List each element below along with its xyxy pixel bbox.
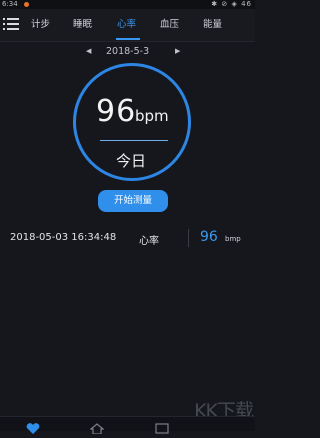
tab-sleep[interactable]: 睡眠 — [73, 19, 92, 31]
record-divider — [188, 229, 189, 247]
bottom-navigation — [0, 416, 255, 435]
current-date: 2018-5-3 — [106, 46, 150, 57]
home-icon[interactable] — [89, 419, 105, 438]
heart-icon[interactable] — [26, 419, 40, 438]
tab-steps[interactable]: 计步 — [31, 19, 50, 31]
record-unit: bmp — [225, 235, 241, 243]
heart-rate-value: 96 — [96, 94, 137, 129]
date-navigator: ◀ 2018-5-3 ▶ — [0, 43, 255, 61]
tab-energy[interactable]: 能量 — [203, 19, 222, 31]
active-tab-indicator — [116, 38, 140, 40]
record-value: 96 — [200, 229, 218, 245]
ring-divider — [100, 140, 168, 141]
tab-heart-rate[interactable]: 心率 — [117, 19, 136, 31]
record-type: 心率 — [139, 236, 159, 247]
measurement-record-row[interactable]: 2018-05-03 16:34:48 心率 96 bmp — [0, 228, 255, 248]
status-bar: 6:34 ✱ ⊘ ◈ 46 — [0, 0, 255, 9]
status-time: 6:34 — [2, 0, 18, 8]
today-label: 今日 — [116, 152, 147, 170]
status-indicators: ✱ ⊘ ◈ 46 — [211, 0, 252, 8]
next-date-arrow-icon[interactable]: ▶ — [175, 47, 180, 55]
start-measurement-button[interactable]: 开始测量 — [98, 190, 168, 212]
tab-blood-pressure[interactable]: 血压 — [160, 19, 179, 31]
top-navigation: 计步 睡眠 心率 血压 能量 — [0, 9, 255, 42]
prev-date-arrow-icon[interactable]: ◀ — [86, 47, 91, 55]
screen-icon[interactable] — [155, 419, 169, 438]
notification-icon — [24, 2, 29, 7]
record-datetime: 2018-05-03 16:34:48 — [10, 232, 117, 243]
menu-icon[interactable] — [3, 16, 19, 32]
heart-rate-unit: bpm — [135, 107, 169, 125]
